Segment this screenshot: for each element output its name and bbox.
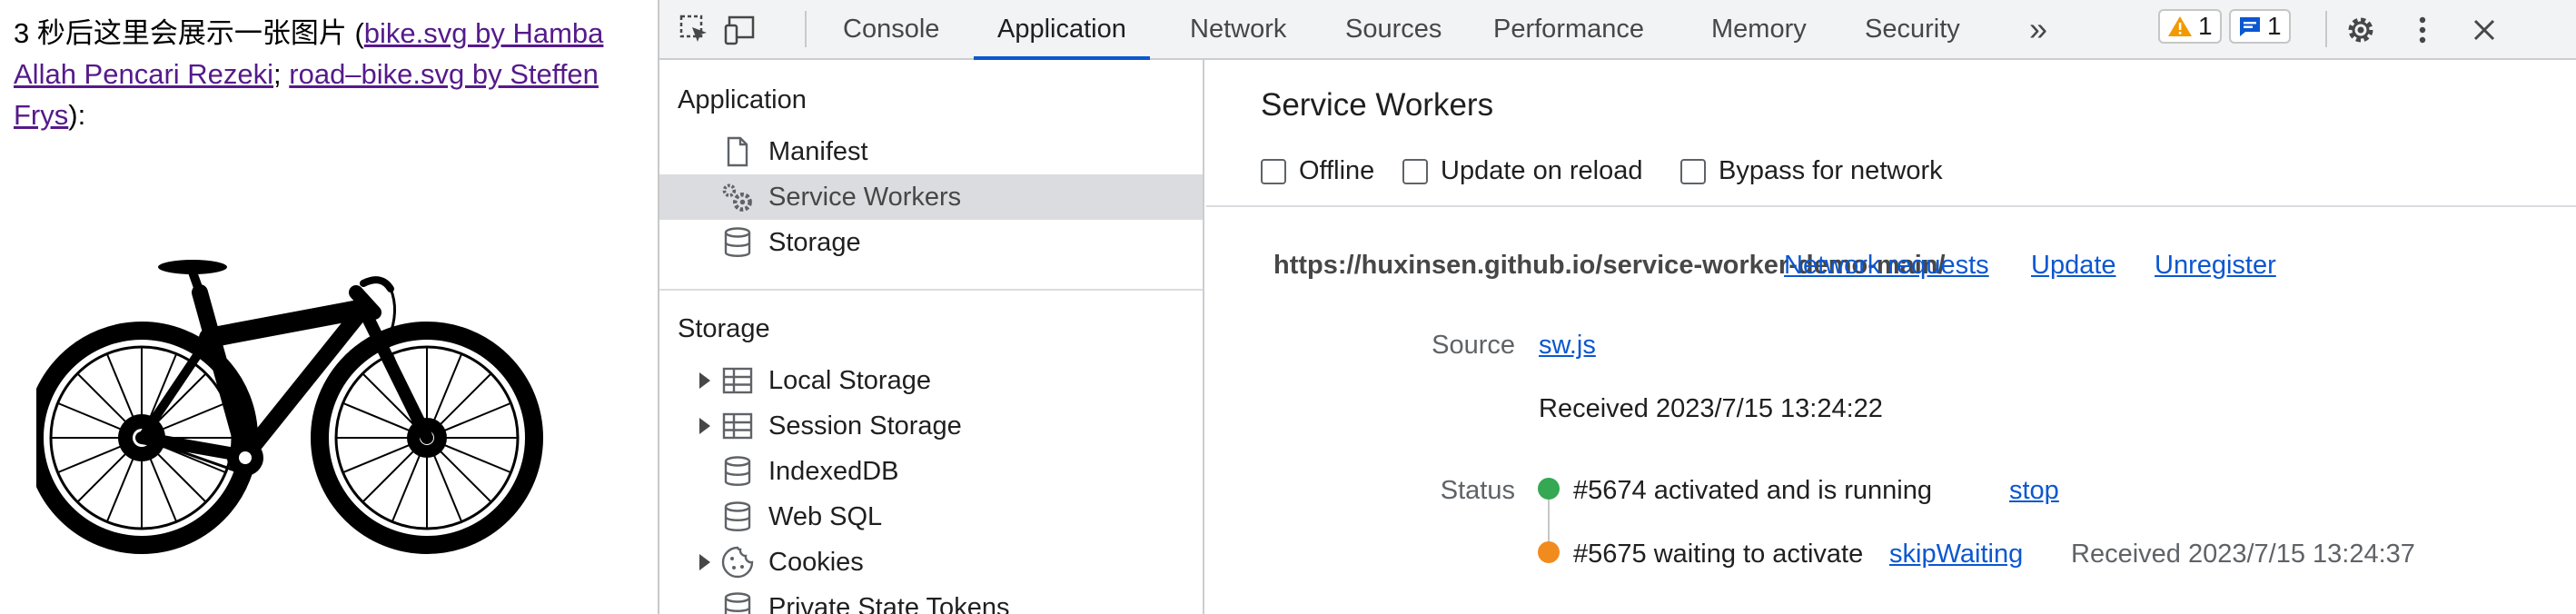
expand-arrow-icon[interactable] — [699, 554, 710, 570]
checkbox-box[interactable] — [1261, 158, 1286, 184]
warning-icon — [2168, 16, 2192, 36]
bike-image — [36, 260, 543, 554]
bike-saddle — [158, 260, 227, 274]
sidebar-item-manifest[interactable]: Manifest — [659, 129, 1203, 174]
sidebar-item-label: Cookies — [768, 547, 864, 577]
close-devtools-icon[interactable] — [2467, 13, 2502, 47]
tab-performance[interactable]: Performance — [1493, 0, 1644, 58]
service-workers-panel: Service Workers Offline Update on reload… — [1206, 60, 2576, 614]
sidebar-item-label: Web SQL — [768, 501, 883, 531]
network-requests-link[interactable]: Network requests — [1784, 251, 1989, 281]
settings-gear-icon[interactable] — [2343, 13, 2378, 47]
tab-sources[interactable]: Sources — [1345, 0, 1442, 58]
tab-console[interactable]: Console — [843, 0, 939, 58]
source-received-time: Received 2023/7/15 13:24:22 — [1539, 394, 1883, 423]
tab-network[interactable]: Network — [1190, 0, 1286, 58]
sidebar-item-storage[interactable]: Storage — [659, 220, 1203, 265]
sidebar-item-label: Local Storage — [768, 365, 931, 395]
message-icon — [2240, 17, 2260, 36]
offline-checkbox[interactable]: Offline — [1261, 156, 1374, 186]
application-sidebar: Application Manifest Service Workers Sto… — [659, 60, 1204, 614]
warnings-count: 1 — [2198, 12, 2213, 40]
expand-arrow-icon[interactable] — [699, 418, 710, 434]
sidebar-item-service-workers[interactable]: Service Workers — [659, 174, 1203, 220]
update-link[interactable]: Update — [2031, 251, 2116, 281]
sidebar-item-indexeddb[interactable]: IndexedDB — [659, 449, 1203, 494]
sidebar-item-web-sql[interactable]: Web SQL — [659, 494, 1203, 540]
tab-security[interactable]: Security — [1865, 0, 1960, 58]
skip-waiting-link[interactable]: skipWaiting — [1889, 540, 2023, 569]
table-icon — [719, 361, 756, 401]
outro-text: ): — [68, 99, 86, 131]
database-icon — [719, 497, 756, 537]
intro-paragraph: 3 秒后这里会展示一张图片 (bike.svg by Hamba Allah P… — [14, 13, 649, 135]
sidebar-section-storage: Storage — [678, 314, 770, 343]
status-label: Status — [1440, 476, 1515, 505]
messages-badge[interactable]: 1 — [2229, 9, 2291, 44]
sidebar-divider — [659, 289, 1203, 291]
sidebar-item-label: Private State Tokens — [768, 592, 1010, 614]
sidebar-item-label: Storage — [768, 227, 861, 257]
sidebar-section-application: Application — [678, 85, 807, 114]
checkbox-label: Offline — [1299, 156, 1375, 185]
inspect-element-icon[interactable] — [678, 13, 712, 47]
more-tabs-button[interactable]: » — [2029, 0, 2047, 58]
sidebar-item-label: Service Workers — [768, 182, 962, 212]
devtools-toolbar: Console Application Network Sources Perf… — [659, 0, 2576, 60]
devtools-panel: Console Application Network Sources Perf… — [658, 0, 2576, 614]
expand-arrow-icon[interactable] — [699, 372, 710, 389]
sidebar-item-session-storage[interactable]: Session Storage — [659, 403, 1203, 449]
sidebar-item-cookies[interactable]: Cookies — [659, 540, 1203, 585]
messages-count: 1 — [2267, 12, 2282, 40]
source-label: Source — [1432, 331, 1515, 360]
status-running-dot — [1538, 478, 1560, 500]
stop-link[interactable]: stop — [2009, 476, 2059, 506]
sidebar-item-label: Manifest — [768, 136, 868, 166]
checkbox-box[interactable] — [1680, 158, 1706, 184]
file-icon — [719, 132, 756, 172]
device-toolbar-icon[interactable] — [723, 13, 758, 47]
gears-icon — [719, 177, 756, 217]
database-icon — [719, 451, 756, 491]
link-separator: ; — [273, 58, 290, 90]
status-active-text: #5674 activated and is running — [1573, 476, 1933, 505]
toolbar-separator — [2325, 11, 2327, 47]
panel-divider — [1206, 205, 2576, 207]
tab-memory[interactable]: Memory — [1711, 0, 1807, 58]
bike-frame — [135, 262, 433, 474]
panel-title: Service Workers — [1261, 87, 1494, 123]
toolbar-separator — [805, 11, 807, 47]
cookie-icon — [719, 542, 756, 582]
tab-application[interactable]: Application — [974, 0, 1150, 60]
bypass-for-network-checkbox[interactable]: Bypass for network — [1680, 156, 1943, 186]
database-icon — [719, 223, 756, 262]
sidebar-item-private-state-tokens[interactable]: Private State Tokens — [659, 585, 1203, 614]
update-on-reload-checkbox[interactable]: Update on reload — [1402, 156, 1643, 186]
status-waiting-text: #5675 waiting to activate — [1573, 540, 1864, 569]
checkbox-label: Bypass for network — [1719, 156, 1943, 185]
checkbox-label: Update on reload — [1441, 156, 1643, 185]
status-waiting-dot — [1538, 541, 1560, 563]
intro-text: 3 秒后这里会展示一张图片 ( — [14, 17, 364, 49]
database-icon — [719, 588, 756, 614]
checkbox-box[interactable] — [1402, 158, 1428, 184]
waiting-received-time: Received 2023/7/15 13:24:37 — [2071, 540, 2415, 569]
sidebar-item-label: Session Storage — [768, 411, 962, 441]
table-icon — [719, 406, 756, 446]
unregister-link[interactable]: Unregister — [2155, 251, 2276, 281]
warnings-badge[interactable]: 1 — [2158, 9, 2222, 44]
sidebar-item-label: IndexedDB — [768, 456, 899, 486]
tab-application-label: Application — [997, 15, 1126, 44]
page-viewport: 3 秒后这里会展示一张图片 (bike.svg by Hamba Allah P… — [0, 0, 658, 614]
more-options-icon[interactable] — [2405, 13, 2440, 47]
source-file-link[interactable]: sw.js — [1539, 331, 1596, 361]
sidebar-item-local-storage[interactable]: Local Storage — [659, 358, 1203, 403]
